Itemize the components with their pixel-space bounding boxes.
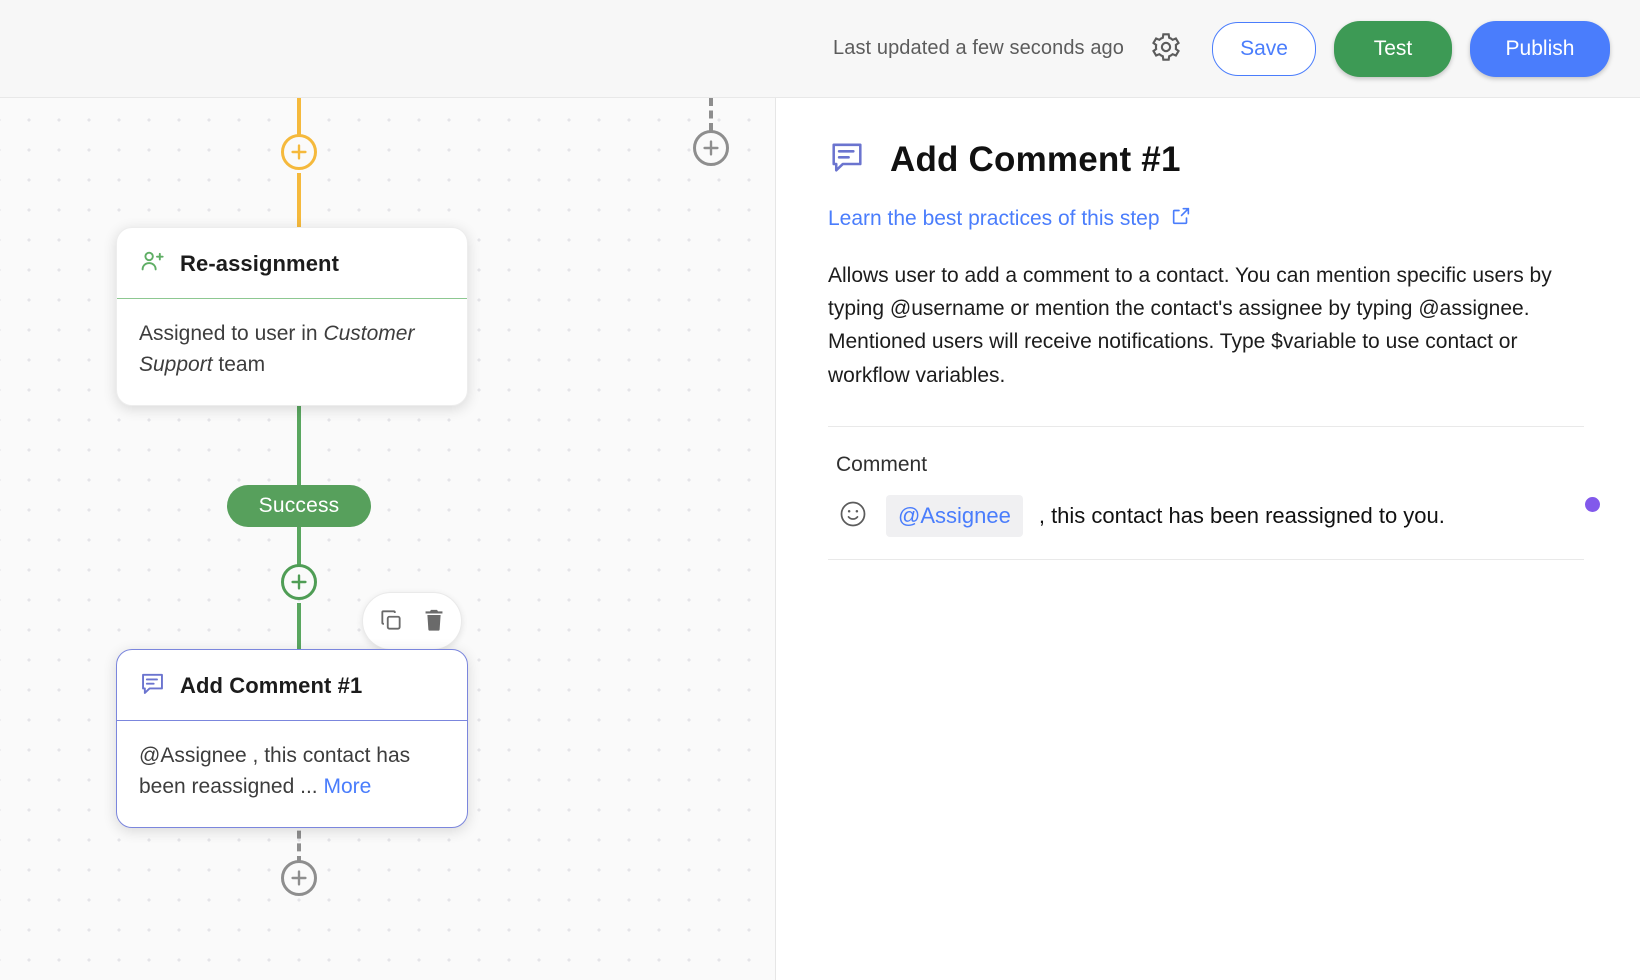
branch-label-success[interactable]: Success xyxy=(227,485,371,527)
comment-field-label: Comment xyxy=(828,453,1584,477)
comment-input-value[interactable]: , this contact has been reassigned to yo… xyxy=(1039,503,1445,529)
node-body-prefix: Assigned to user in xyxy=(139,322,323,345)
connector-line-dashed-right xyxy=(709,98,713,131)
smiley-icon xyxy=(838,499,868,532)
step-description: Allows user to add a comment to a contac… xyxy=(828,259,1584,392)
node-body: Assigned to user in Customer Support tea… xyxy=(117,299,467,405)
node-actions-toolbar[interactable] xyxy=(362,592,462,650)
trash-icon xyxy=(421,607,447,636)
node-body: @Assignee , this contact has been reassi… xyxy=(117,721,467,827)
plus-icon xyxy=(288,141,310,163)
gear-icon xyxy=(1150,31,1182,66)
test-button[interactable]: Test xyxy=(1334,21,1452,77)
more-link[interactable]: More xyxy=(323,775,371,798)
add-step-bottom-button[interactable] xyxy=(281,860,317,896)
publish-button[interactable]: Publish xyxy=(1470,21,1610,77)
connector-line-to-reassign xyxy=(297,173,301,233)
user-add-icon xyxy=(139,248,166,280)
settings-button[interactable] xyxy=(1146,29,1186,69)
workflow-node-reassignment[interactable]: Re-assignment Assigned to user in Custom… xyxy=(116,227,468,406)
comment-icon xyxy=(139,670,166,702)
best-practices-link-label: Learn the best practices of this step xyxy=(828,207,1160,231)
node-title: Re-assignment xyxy=(180,251,339,277)
plus-icon xyxy=(700,137,722,159)
plus-icon xyxy=(288,867,310,889)
delete-node-button[interactable] xyxy=(416,603,452,639)
top-toolbar: Last updated a few seconds ago Save Test… xyxy=(0,0,1640,98)
step-details-panel: Add Comment #1 Learn the best practices … xyxy=(776,98,1640,980)
variable-indicator-dot[interactable] xyxy=(1585,497,1600,512)
emoji-picker-button[interactable] xyxy=(836,499,870,533)
copy-node-button[interactable] xyxy=(373,603,409,639)
save-button[interactable]: Save xyxy=(1212,22,1316,76)
workflow-node-add-comment[interactable]: Add Comment #1 @Assignee , this contact … xyxy=(116,649,468,828)
add-step-top-right-button[interactable] xyxy=(693,130,729,166)
workflow-canvas[interactable]: Success Re-assignment Assigned to user i… xyxy=(0,98,776,980)
node-header: Add Comment #1 xyxy=(117,650,467,721)
add-step-top-button[interactable] xyxy=(281,134,317,170)
node-header: Re-assignment xyxy=(117,228,467,299)
add-step-success-button[interactable] xyxy=(281,564,317,600)
panel-header: Add Comment #1 xyxy=(828,138,1584,181)
plus-icon xyxy=(288,571,310,593)
page-title: Add Comment #1 xyxy=(890,140,1181,180)
node-title: Add Comment #1 xyxy=(180,673,362,699)
external-link-icon xyxy=(1170,205,1192,233)
last-updated-status: Last updated a few seconds ago xyxy=(833,37,1124,60)
mention-chip-assignee[interactable]: @Assignee xyxy=(886,495,1023,537)
comment-icon xyxy=(828,138,866,181)
comment-input-row[interactable]: @Assignee , this contact has been reassi… xyxy=(828,495,1584,560)
best-practices-link[interactable]: Learn the best practices of this step xyxy=(828,205,1192,233)
panel-divider xyxy=(828,426,1584,427)
node-body-suffix: team xyxy=(213,353,266,376)
copy-icon xyxy=(378,607,404,636)
